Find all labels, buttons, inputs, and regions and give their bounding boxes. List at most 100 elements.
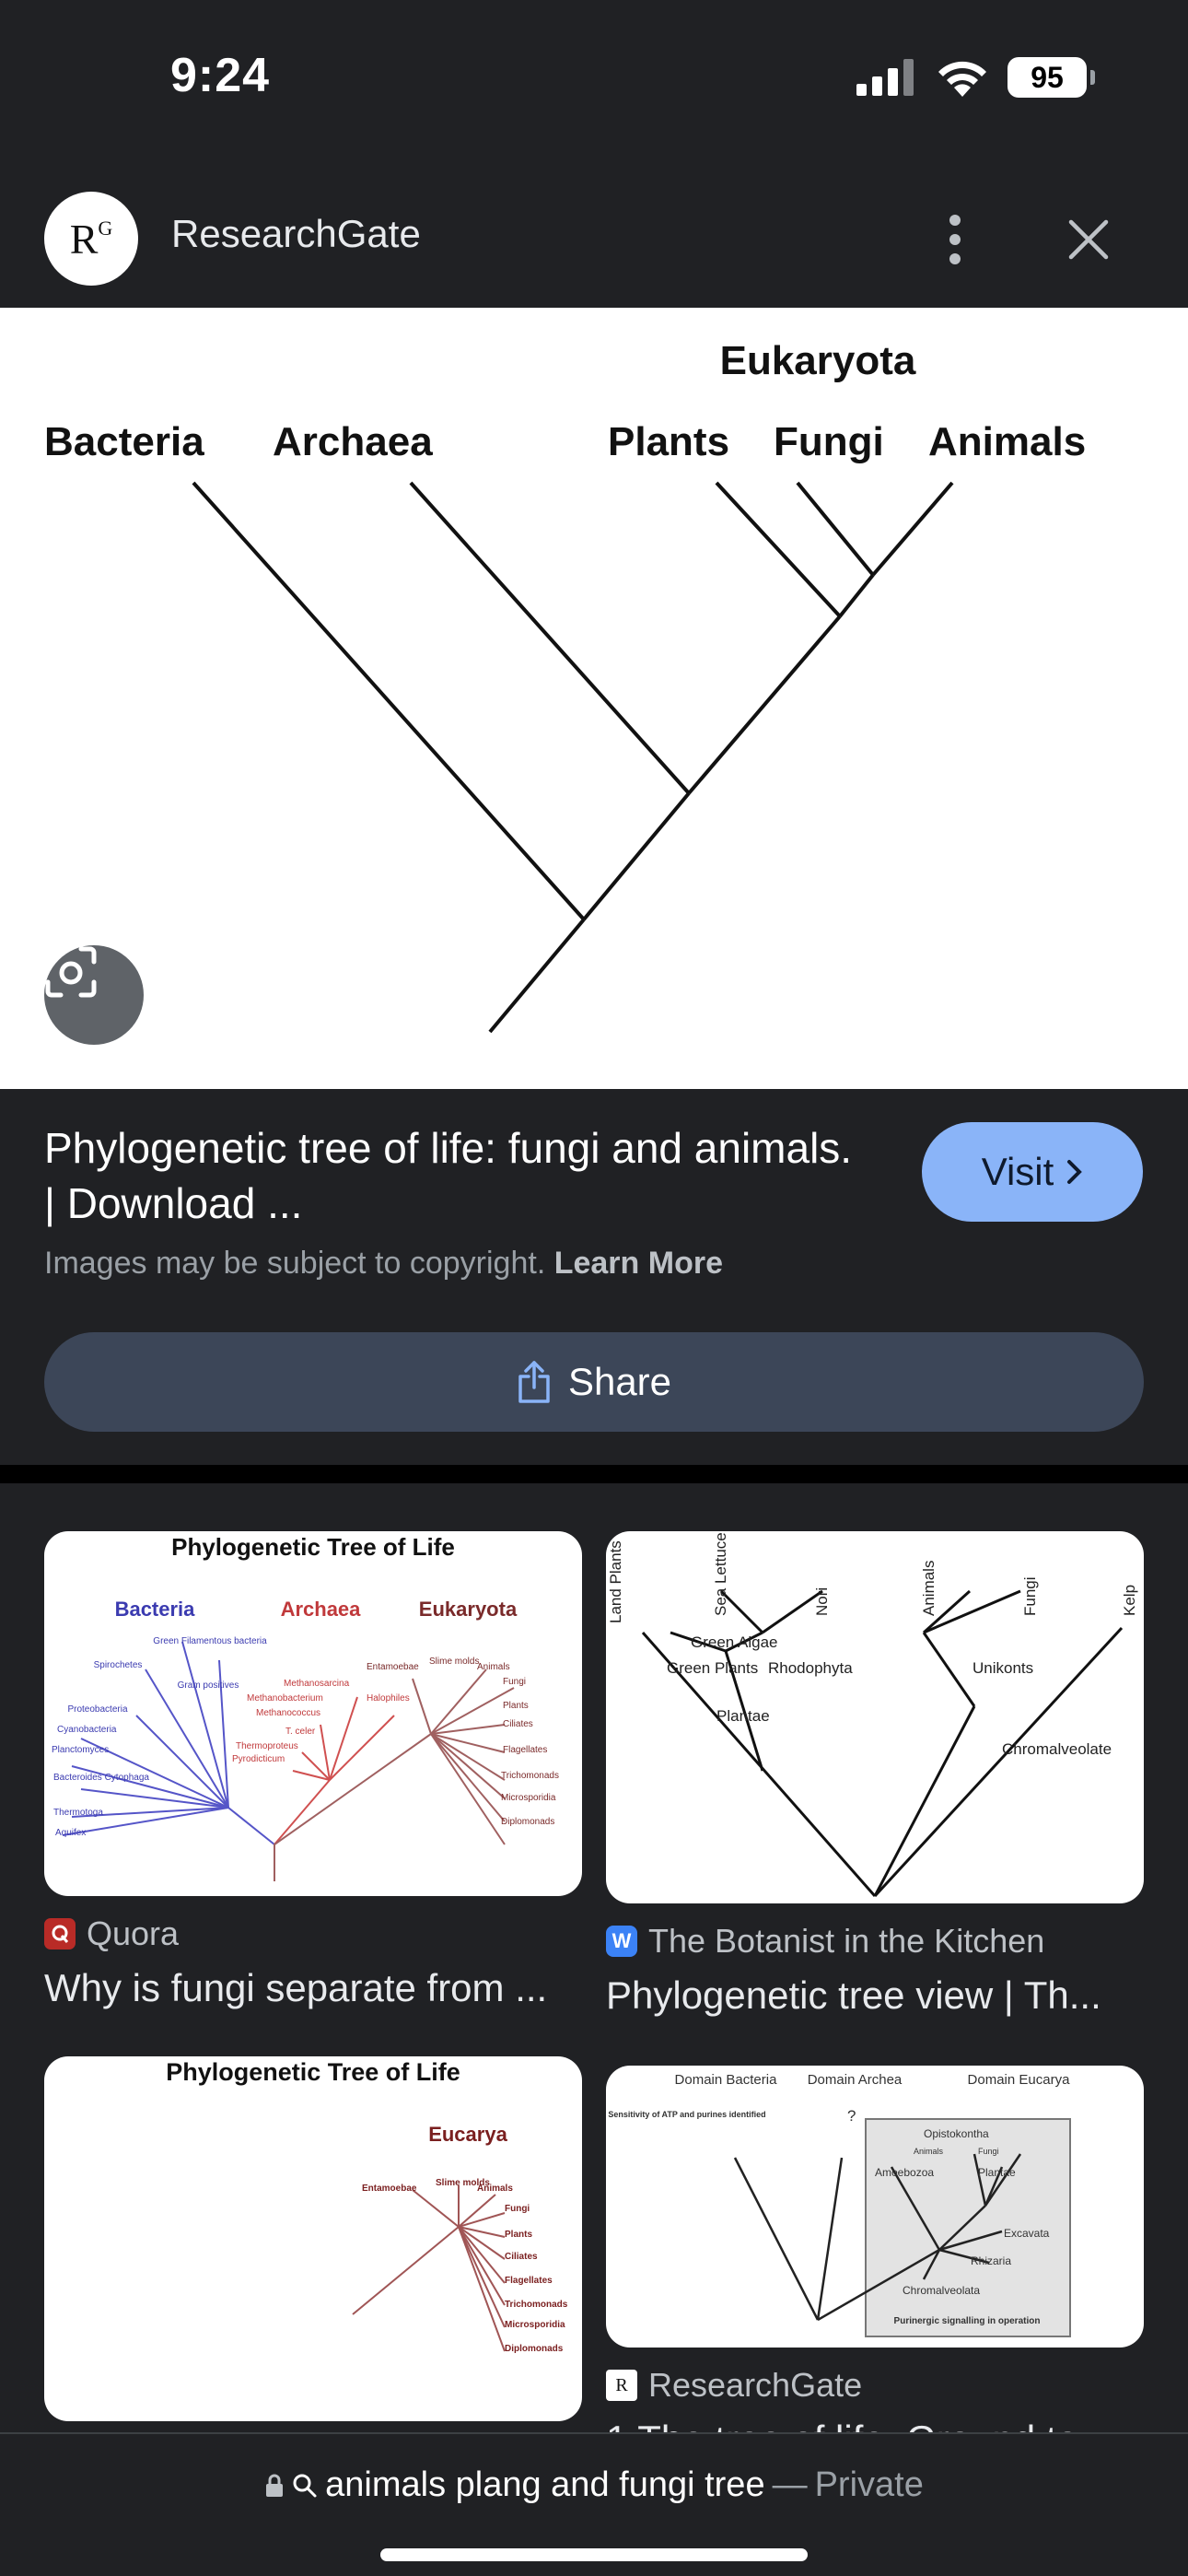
thumb-label-eukarya-9: Diplomonads (501, 1817, 554, 1827)
thumb-question: ? (847, 2107, 856, 2125)
card-title[interactable]: Phylogenetic tree view | Th... (606, 1973, 1144, 2018)
share-button[interactable]: Share (44, 1332, 1144, 1432)
battery-indicator: 95 (1007, 57, 1095, 98)
thumb-label-3: Fungi (505, 2204, 530, 2214)
result-card-tree-eucarya[interactable]: Phylogenetic Tree of Life Eucarya Entamo… (44, 2056, 582, 2421)
label-archaea: Archaea (273, 419, 433, 464)
thumb-label-8: Microsporidia (505, 2320, 565, 2330)
thumb-label-eukarya-2: Animals (477, 1662, 510, 1672)
thumb-label-9: Diplomonads (505, 2344, 564, 2354)
result-thumbnail[interactable]: Domain Bacteria Domain Archea Domain Euc… (606, 2066, 1144, 2348)
main-image[interactable]: Eukaryota Bacteria Archaea Plants Fungi … (0, 308, 1188, 1089)
copyright-notice: Images may be subject to copyright. Lear… (44, 1246, 723, 1282)
thumb-label-bacteria-4: Cyanobacteria (57, 1725, 117, 1735)
result-card-quora[interactable]: Phylogenetic Tree of Life Bacteria Archa… (44, 1531, 582, 2010)
learn-more-link[interactable]: Learn More (554, 1246, 723, 1281)
tree-of-life-thumbnail: Phylogenetic Tree of Life Bacteria Archa… (52, 1533, 559, 1881)
more-vert-icon (949, 215, 961, 264)
related-results-grid: Phylogenetic Tree of Life Bacteria Archa… (0, 1483, 1188, 2432)
card-source: Quora (44, 1914, 582, 1953)
thumb-domain-eucarya: Domain Eucarya (968, 2072, 1071, 2088)
thumb-label-eukarya-6: Flagellates (503, 1745, 547, 1755)
share-icon (518, 1361, 550, 1403)
thumb-node-plantae: Plantae (716, 1707, 770, 1725)
thumb-label-archaea-4: T. celer (285, 1727, 316, 1737)
thumb-label-0: Entamoebae (362, 2184, 417, 2194)
result-info-panel: Phylogenetic tree of life: fungi and ani… (0, 1089, 1188, 1465)
wordpress-icon: W (606, 1926, 637, 1957)
thumb-eukaryota: Eukaryota (419, 1598, 518, 1621)
thumb-group-excavata: Excavata (1004, 2227, 1050, 2240)
card-title[interactable]: 1 The tree of life. Ground to... (606, 2418, 1144, 2432)
card-source-name: ResearchGate (648, 2366, 863, 2404)
thumb-label-eukarya-1: Slime molds (429, 1657, 479, 1667)
researchgate-icon: R (606, 2370, 637, 2401)
card-source-name: The Botanist in the Kitchen (648, 1922, 1045, 1960)
google-lens-button[interactable] (44, 945, 144, 1045)
branch-archaea (409, 481, 691, 795)
thumb-label-bacteria-3: Proteobacteria (67, 1704, 127, 1715)
result-thumbnail[interactable]: Land Plants Sea Lettuce Nori Animals Fun… (606, 1531, 1144, 1903)
thumb-group-rhizaria: Rhizaria (971, 2254, 1011, 2267)
thumb-group-chromalveolata: Chromalveolata (903, 2284, 980, 2297)
home-indicator[interactable] (380, 2548, 808, 2561)
lens-icon (45, 946, 97, 998)
card-title[interactable]: Why is fungi separate from ... (44, 1966, 582, 2010)
branch-stem (582, 791, 691, 921)
label-plants: Plants (608, 419, 729, 464)
more-options-button[interactable] (935, 203, 975, 276)
lock-icon (266, 2474, 284, 2497)
thumb-label-bacteria-8: Aquifex (55, 1828, 86, 1838)
thumb-group-amoebozoa: Amoebozoa (875, 2166, 934, 2179)
thumb-node-green-plants: Green Plants (667, 1659, 758, 1677)
result-title[interactable]: Phylogenetic tree of life: fungi and ani… (44, 1120, 873, 1231)
thumb-label-2: Animals (477, 2184, 513, 2194)
card-source: W The Botanist in the Kitchen (606, 1922, 1144, 1961)
result-card-botanist[interactable]: Land Plants Sea Lettuce Nori Animals Fun… (606, 1531, 1144, 2018)
source-name[interactable]: ResearchGate (171, 212, 421, 256)
section-divider (0, 1465, 1188, 1483)
label-bacteria: Bacteria (44, 419, 204, 464)
visit-button[interactable]: Visit (922, 1122, 1143, 1222)
thumb-label-4: Plants (505, 2230, 532, 2240)
branch-opisthokonta (838, 573, 875, 618)
thumb-eucarya: Eucarya (428, 2123, 507, 2146)
researchgate-logo[interactable]: RG (44, 192, 138, 286)
thumb-label-archaea-0: Methanosarcina (284, 1679, 350, 1689)
thumb-label-6: Flagellates (505, 2276, 553, 2286)
branch-fungi (796, 481, 875, 577)
eucarya-tree-thumbnail: Phylogenetic Tree of Life Eucarya Entamo… (166, 2058, 568, 2354)
address-bar[interactable]: animals plang and fungi tree — Private (0, 2465, 1188, 2505)
thumb-label-archaea-6: Pyrodicticum (232, 1754, 285, 1764)
thumb-group-plantae: Plantae (978, 2166, 1016, 2179)
label-animals: Animals (928, 419, 1086, 464)
logo-letter: R (69, 215, 99, 263)
thumb-tip-nori: Nori (813, 1587, 831, 1616)
browser-bottom-bar: animals plang and fungi tree — Private (0, 2432, 1188, 2576)
branch-animals (871, 481, 954, 577)
status-icons: 95 (856, 57, 1095, 98)
thumb-heading: Phylogenetic Tree of Life (171, 1533, 455, 1561)
thumb-label-eukarya-0: Entamoebae (367, 1662, 419, 1672)
thumb-node-unikonts: Unikonts (973, 1659, 1033, 1677)
thumb-label-archaea-2: Methanococcus (256, 1708, 320, 1718)
result-card-researchgate[interactable]: Domain Bacteria Domain Archea Domain Euc… (606, 2066, 1144, 2432)
thumb-group-opistokontha: Opistokontha (924, 2127, 989, 2140)
status-bar: 9:24 95 (0, 0, 1188, 157)
result-thumbnail[interactable]: Phylogenetic Tree of Life Eucarya Entamo… (44, 2056, 582, 2421)
thumb-domain-bacteria: Domain Bacteria (675, 2072, 778, 2088)
close-button[interactable] (1059, 203, 1118, 276)
thumb-tip-sea-lettuce: Sea Lettuce (712, 1532, 729, 1616)
thumb-label-eukarya-8: Microsporidia (501, 1793, 556, 1803)
thumb-domain-archea: Domain Archea (808, 2072, 903, 2088)
result-thumbnail[interactable]: Phylogenetic Tree of Life Bacteria Archa… (44, 1531, 582, 1896)
tree-view-thumbnail: Land Plants Sea Lettuce Nori Animals Fun… (607, 1532, 1138, 1898)
thumb-node-green-algae: Green Algae (691, 1633, 778, 1651)
main-tree-diagram: Eukaryota Bacteria Archaea Plants Fungi … (44, 338, 1086, 1034)
thumb-node-rhodophyta: Rhodophyta (768, 1659, 853, 1677)
thumb-label-bacteria-6: Bacteroides Cytophaga (53, 1773, 149, 1783)
card-source: R ResearchGate (606, 2366, 1144, 2405)
search-query: animals plang and fungi tree (325, 2465, 765, 2504)
battery-level: 95 (1031, 60, 1064, 94)
search-icon (293, 2474, 317, 2497)
